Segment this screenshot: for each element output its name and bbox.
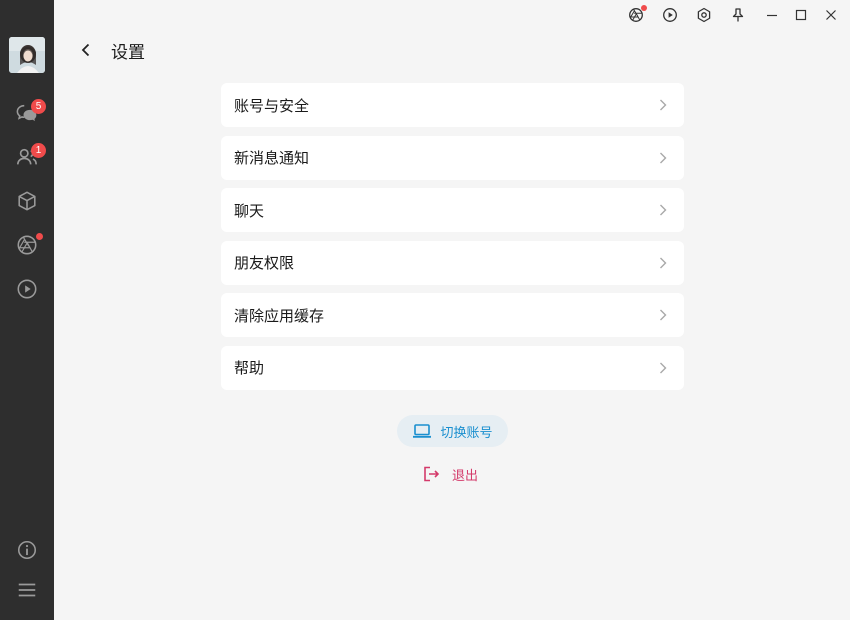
minimize-button[interactable] [762, 5, 782, 25]
avatar[interactable] [9, 37, 45, 73]
settings-item-account-security[interactable]: 账号与安全 [221, 83, 684, 127]
chevron-right-icon [660, 99, 667, 111]
sidebar-item-discover[interactable] [15, 189, 39, 213]
settings-item-help[interactable]: 帮助 [221, 345, 684, 390]
play-icon [663, 8, 677, 22]
close-button[interactable] [821, 5, 841, 25]
logout-icon [424, 466, 440, 482]
pin-icon [732, 8, 744, 22]
page-title: 设置 [111, 43, 145, 63]
contacts-badge: 1 [31, 143, 46, 158]
settings-list: 账号与安全 新消息通知 聊天 朋友权限 清除应用缓存 帮助 [221, 83, 684, 399]
cube-icon [18, 191, 36, 211]
avatar-image [9, 37, 45, 73]
logout-label: 退出 [452, 468, 479, 484]
aperture-icon [17, 235, 37, 255]
settings-item-label: 朋友权限 [234, 254, 295, 273]
back-button[interactable] [76, 40, 96, 60]
settings-item-clear-cache[interactable]: 清除应用缓存 [221, 293, 684, 338]
settings-item-notifications[interactable]: 新消息通知 [221, 135, 684, 180]
close-icon [826, 10, 836, 20]
minimize-icon [767, 14, 777, 17]
chat-badge: 5 [31, 99, 46, 114]
chevron-right-icon [660, 362, 667, 374]
info-icon [17, 540, 37, 560]
settings-item-label: 清除应用缓存 [234, 306, 325, 325]
maximize-icon [795, 9, 807, 21]
pin-button[interactable] [728, 5, 748, 25]
chevron-right-icon [660, 152, 667, 164]
settings-button[interactable] [694, 5, 714, 25]
settings-item-label: 聊天 [234, 201, 265, 220]
sidebar: 5 1 [0, 0, 54, 620]
maximize-button[interactable] [791, 5, 811, 25]
sidebar-item-videos[interactable] [15, 277, 39, 301]
settings-icon [697, 7, 711, 23]
settings-item-chat[interactable]: 聊天 [221, 188, 684, 233]
settings-item-friend-permissions[interactable]: 朋友权限 [221, 240, 684, 285]
switch-account-button[interactable]: 切换账号 [397, 415, 508, 447]
moments-dot [36, 233, 43, 240]
chevron-right-icon [660, 257, 667, 269]
logout-button[interactable]: 退出 [422, 462, 478, 486]
chevron-left-icon [81, 43, 90, 57]
settings-item-label: 新消息通知 [234, 149, 310, 168]
sidebar-item-info[interactable] [15, 538, 39, 562]
switch-account-label: 切换账号 [440, 425, 493, 441]
laptop-icon [413, 424, 432, 438]
chevron-right-icon [660, 309, 667, 321]
video-button[interactable] [660, 5, 680, 25]
settings-item-label: 账号与安全 [234, 96, 310, 115]
play-circle-icon [17, 279, 37, 299]
sidebar-item-menu[interactable] [15, 578, 39, 602]
chevron-right-icon [660, 204, 667, 216]
settings-item-label: 帮助 [234, 359, 265, 378]
moments-notify-dot [641, 5, 647, 11]
menu-icon [18, 583, 36, 597]
